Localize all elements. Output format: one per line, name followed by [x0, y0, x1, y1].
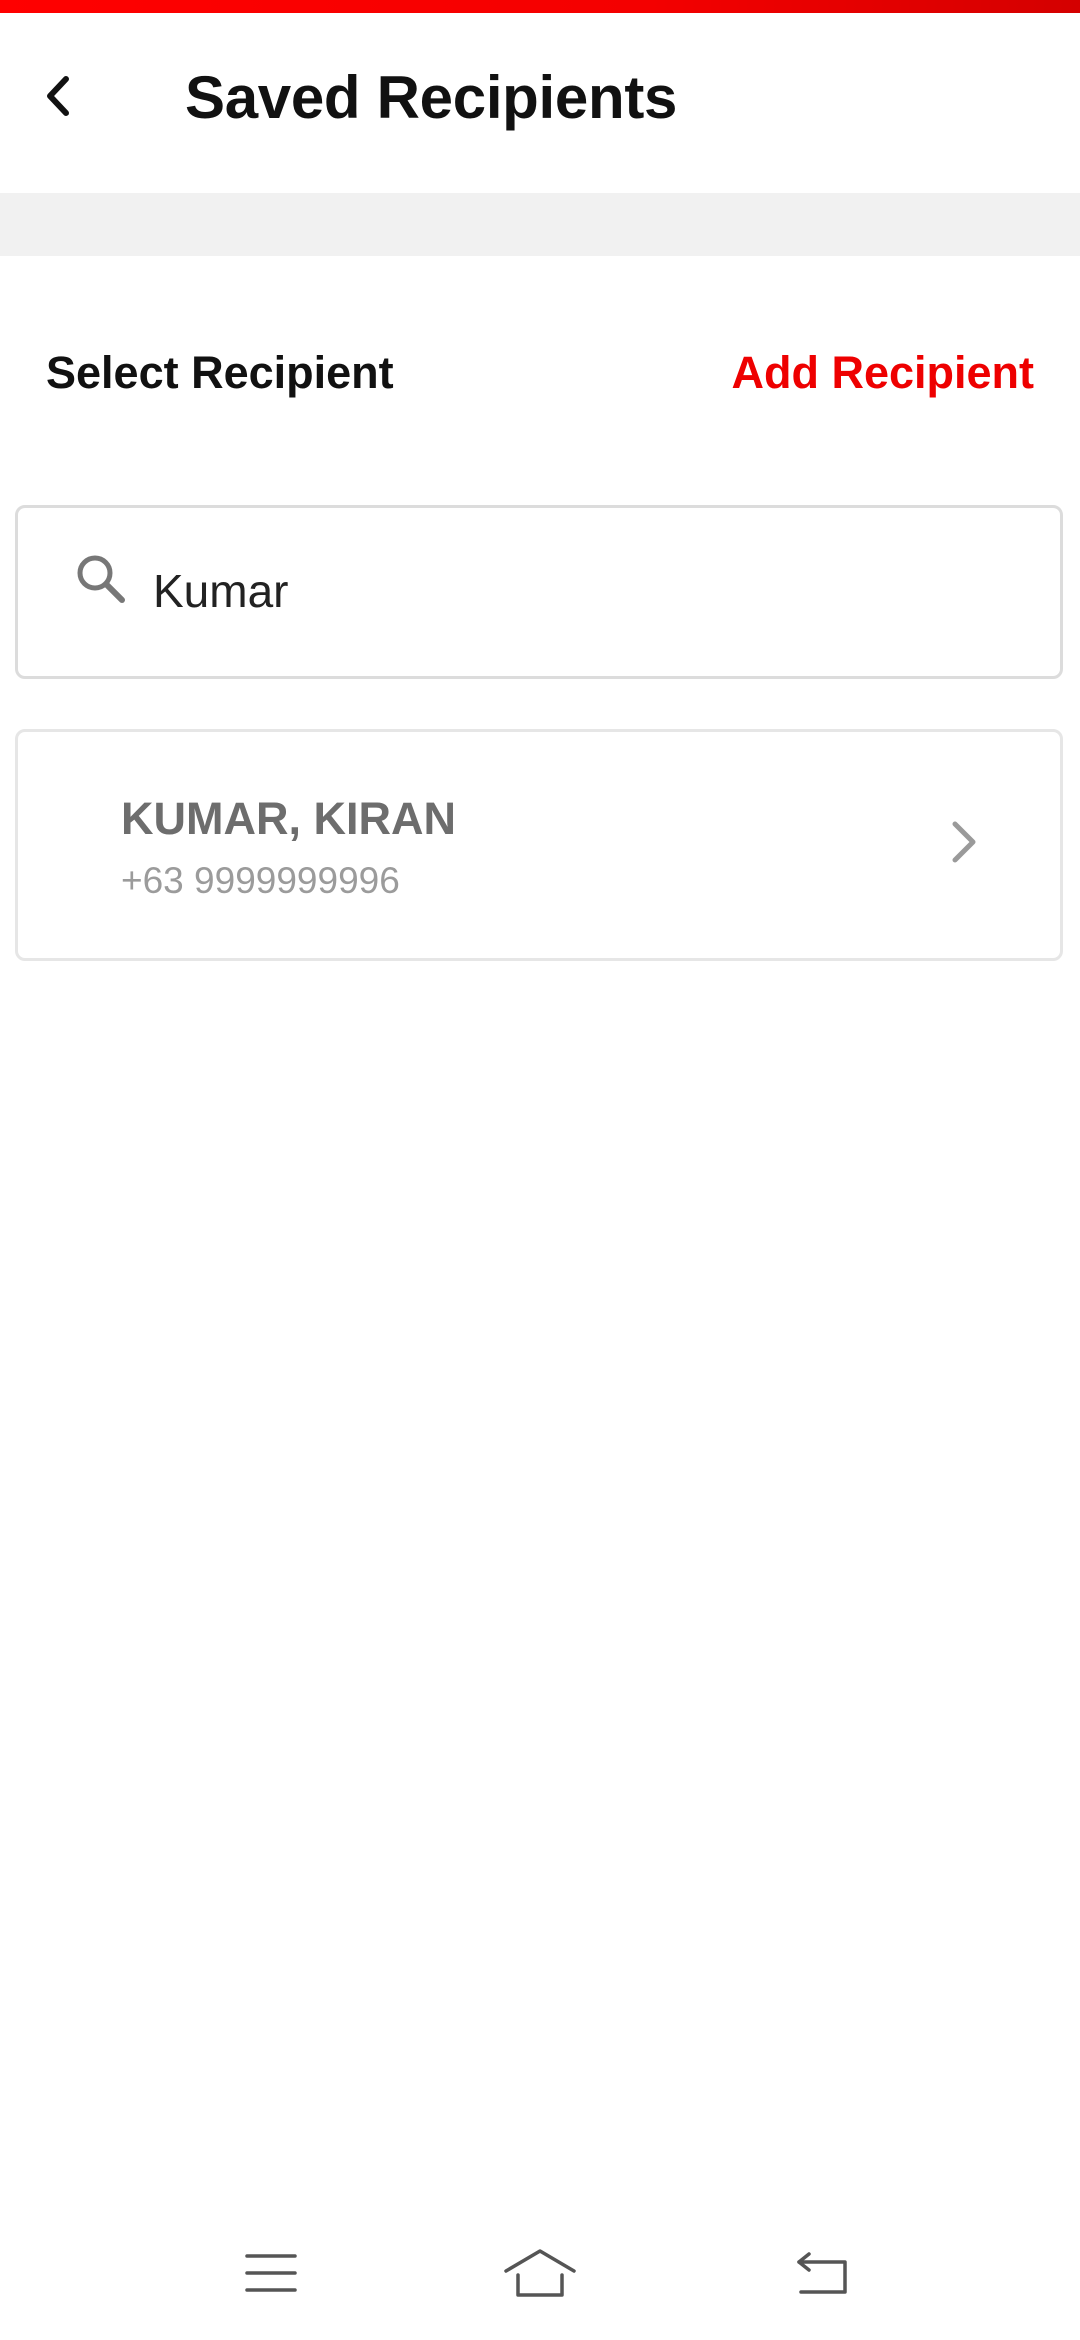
add-recipient-link[interactable]: Add Recipient: [731, 350, 1034, 395]
app-header: Saved Recipients: [0, 13, 1080, 193]
section-header: Select Recipient Add Recipient: [0, 340, 1080, 410]
chevron-right-icon: [952, 821, 976, 863]
search-box[interactable]: [15, 505, 1063, 679]
nav-home-button[interactable]: [495, 2238, 585, 2308]
recipient-name: KUMAR, KIRAN: [121, 793, 456, 844]
back-arrow-icon: [797, 2252, 847, 2294]
nav-back-button[interactable]: [778, 2238, 868, 2308]
system-nav-bar: [0, 2200, 1080, 2340]
search-icon: [77, 555, 125, 603]
recipient-list-item[interactable]: KUMAR, KIRAN +63 9999999996: [15, 729, 1063, 961]
page-title: Saved Recipients: [185, 64, 678, 131]
nav-menu-button[interactable]: [226, 2238, 316, 2308]
divider-band: [0, 193, 1080, 256]
select-recipient-label: Select Recipient: [46, 347, 394, 398]
recipient-phone: +63 9999999996: [121, 860, 400, 901]
chevron-left-icon: [47, 76, 69, 116]
back-button[interactable]: [20, 58, 96, 134]
menu-icon: [245, 2254, 297, 2292]
search-input[interactable]: [153, 556, 1003, 626]
home-icon: [504, 2249, 576, 2297]
status-strip: [0, 0, 1080, 13]
